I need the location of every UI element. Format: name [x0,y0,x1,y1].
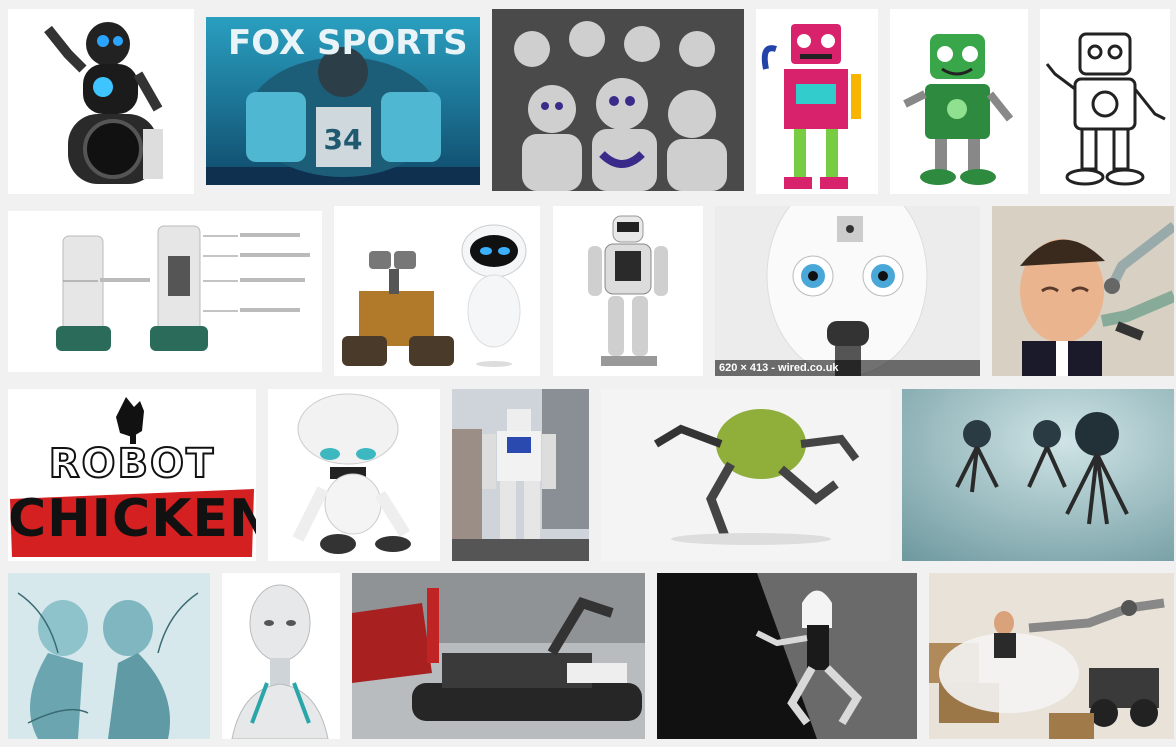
image-result-line-art-robot[interactable] [1040,9,1170,194]
image-result-robot-face-closeup[interactable]: 620 × 413 - wired.co.uk [715,206,980,376]
green-pod-robot-image [601,389,890,561]
robot-face-image [715,206,980,376]
image-result-nao-robots-group[interactable] [492,9,744,191]
image-result-green-cartoon-robot[interactable] [890,9,1028,194]
image-result-green-pod-robot[interactable] [601,389,890,561]
robot-chicken-logo-line1: ROBOT [48,440,216,488]
nao-robots-image [492,9,744,191]
image-result-mip-robot[interactable] [8,9,194,194]
cyborg-figures-image [8,573,210,739]
image-result-bomb-disposal-robot[interactable] [352,573,645,739]
woman-robot-pose-image [657,573,917,739]
spider-robots-image [902,389,1174,561]
image-result-cyborg-figures[interactable] [8,573,210,739]
line-art-robot-image [1040,9,1170,194]
image-result-service-robots-diagram[interactable] [8,211,322,372]
image-result-android-head[interactable] [222,573,340,739]
image-results-grid: FOX SPORTS 34 620 × 413 - wired.co.uk RO… [0,0,1176,747]
man-robot-arms-image [992,206,1174,376]
image-result-spider-robots[interactable] [902,389,1174,561]
robot-chicken-logo-line2: CHICKEN [8,489,256,549]
gundam-statue-image [452,389,589,561]
image-result-marvin-robot[interactable] [268,389,440,561]
image-result-robot-arm-moving-boxes[interactable] [929,573,1174,739]
marvin-robot-image [268,389,440,561]
image-result-humanoid-robot-white[interactable] [553,206,703,376]
image-size-source-caption: 620 × 413 - wired.co.uk [715,360,980,376]
image-result-fox-sports-robot[interactable]: FOX SPORTS 34 [206,17,480,185]
image-result-wall-e-and-eve[interactable] [334,206,540,376]
image-result-robot-chicken-logo[interactable]: ROBOT CHICKEN [8,389,256,561]
image-result-gundam-statue[interactable] [452,389,589,561]
fox-sports-logo-text: FOX SPORTS [228,23,468,63]
wall-e-eve-image [334,206,540,376]
service-robots-image [8,211,322,372]
android-head-image [222,573,340,739]
green-cartoon-robot-image [890,9,1028,194]
bomb-disposal-robot-image [352,573,645,739]
humanoid-robot-image [553,206,703,376]
robot-arm-boxes-image [929,573,1174,739]
mip-robot-image [8,9,194,194]
image-result-man-with-robot-arms[interactable] [992,206,1174,376]
image-result-woman-robot-pose[interactable] [657,573,917,739]
red-cartoon-robot-image [756,9,878,194]
image-result-red-cartoon-robot[interactable] [756,9,878,194]
jersey-number: 34 [323,123,363,156]
